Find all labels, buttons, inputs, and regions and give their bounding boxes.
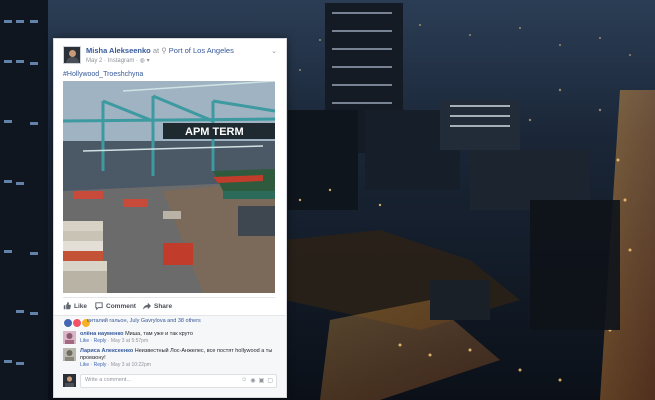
reactions-text[interactable]: виталий гальон, July Gavrylova and 38 ot… (87, 318, 201, 324)
comment-author[interactable]: олёна науменко (80, 331, 124, 337)
comments-section: олёна науменко Миша, там уже и так круто… (54, 327, 286, 397)
comment-label: Comment (106, 302, 136, 310)
thumbs-up-icon (63, 302, 71, 310)
location-pin-icon: ⚲ (161, 46, 167, 55)
globe-icon[interactable]: ◍ ▾ (140, 58, 150, 64)
comment-time[interactable]: May 3 at 10:22pm (111, 362, 151, 368)
comment-input[interactable]: Write a comment... ☺ ◉ ▣ ▢ (80, 374, 277, 388)
post-header: Misha Alekseenko at ⚲ Port of Los Angele… (63, 46, 277, 68)
port-terminal-image: APM TERM (63, 81, 275, 293)
post-options-chevron-icon[interactable]: ⌄ (271, 47, 277, 55)
comment-composer: Write a comment... ☺ ◉ ▣ ▢ (63, 374, 277, 388)
share-icon (143, 302, 151, 310)
post-hashtag[interactable]: #Hollywood_Troeshchyna (63, 71, 143, 78)
like-button[interactable]: Like (63, 302, 87, 310)
like-label: Like (74, 302, 88, 310)
camera-icon[interactable]: ◉ (250, 377, 255, 384)
comment-time[interactable]: May 3 at 5:57pm (111, 338, 148, 344)
commenter-avatar[interactable] (63, 331, 76, 344)
location-prefix: at (152, 46, 160, 55)
facebook-post-card: Misha Alekseenko at ⚲ Port of Los Angele… (53, 38, 287, 398)
gif-icon[interactable]: ▣ (259, 377, 265, 384)
comment-button[interactable]: Comment (95, 302, 136, 310)
comment-reply-link[interactable]: Reply (94, 338, 107, 344)
comment-input-placeholder: Write a comment... (85, 377, 132, 383)
post-author-name[interactable]: Misha Alekseenko (86, 46, 151, 55)
comment-text: Миша, там уже и так круто (125, 331, 193, 337)
crane-sign-text: APM TERM (185, 126, 244, 138)
comment-like-link[interactable]: Like (80, 362, 89, 368)
sticker-icon[interactable]: ▢ (267, 377, 273, 384)
share-button[interactable]: Share (143, 302, 172, 310)
emoji-icon[interactable]: ☺ (241, 377, 247, 384)
post-location[interactable]: Port of Los Angeles (169, 46, 234, 55)
comment-like-link[interactable]: Like (80, 338, 89, 344)
comment-icon (95, 302, 103, 310)
author-avatar[interactable] (63, 46, 81, 64)
post-date[interactable]: May 2 (86, 58, 102, 64)
post-actions-bar: Like Comment Share (63, 297, 275, 315)
post-meta: May 2 · Instagram · ◍ ▾ (86, 58, 150, 64)
post-photo[interactable]: APM TERM (63, 81, 275, 293)
current-user-avatar (63, 374, 76, 387)
share-label: Share (154, 302, 173, 310)
post-author-line: Misha Alekseenko at ⚲ Port of Los Angele… (86, 46, 234, 56)
commenter-avatar[interactable] (63, 348, 76, 361)
comment-author[interactable]: Лариса Алексеенко (80, 348, 133, 354)
comment-reply-link[interactable]: Reply (94, 362, 107, 368)
post-via[interactable]: Instagram (108, 58, 135, 64)
